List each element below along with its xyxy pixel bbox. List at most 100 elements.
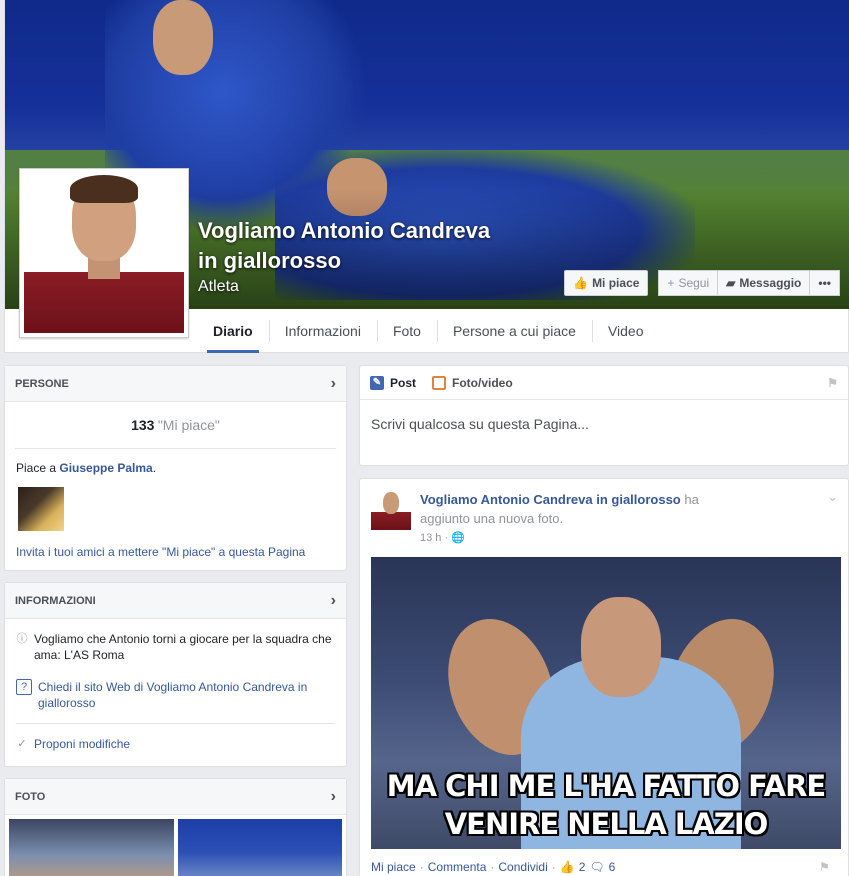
suggest-edits-link[interactable]: Proponi modifiche — [34, 736, 130, 752]
people-box-title: PERSONE — [15, 378, 69, 390]
page-title-line-1[interactable]: Vogliamo Antonio Candreva — [198, 216, 538, 246]
post-action-text: ha — [680, 492, 699, 507]
profile-hair — [70, 175, 138, 203]
ask-website: ? Chiedi il sito Web di Vogliamo Antonio… — [5, 679, 346, 711]
ask-website-link[interactable]: Chiedi il sito Web di Vogliamo Antonio C… — [38, 679, 335, 711]
plus-icon: + — [667, 276, 675, 290]
page-category[interactable]: Atleta — [198, 278, 239, 296]
chevron-right-icon[interactable]: › — [331, 583, 336, 619]
invite-friends: Invita i tuoi amici a mettere "Mi piace"… — [5, 531, 346, 559]
tab-video[interactable]: Video — [591, 310, 660, 353]
post-action-text-2: aggiunto una nuova foto. — [420, 511, 564, 526]
post-header: Vogliamo Antonio Candreva in giallorosso… — [360, 479, 848, 548]
chevron-right-icon[interactable]: › — [331, 779, 336, 815]
page-title-line-2[interactable]: in giallorosso — [198, 246, 538, 276]
flag-icon[interactable]: ⚑ — [819, 860, 830, 874]
photos-box-title: FOTO — [15, 791, 46, 803]
people-box-header[interactable]: PERSONE › — [5, 366, 346, 402]
friend-likes-suffix: . — [152, 461, 157, 475]
friend-likes: Piace a Giuseppe Palma. — [5, 449, 346, 475]
friend-likes-prefix: Piace a — [16, 461, 60, 475]
photo-thumbnail[interactable] — [177, 819, 342, 876]
like-post-link[interactable]: Mi piace — [371, 860, 416, 874]
separator-dot: · — [419, 860, 424, 874]
page-description-text: Vogliamo che Antonio torni a giocare per… — [34, 632, 332, 662]
thumbs-up-icon: 👍 — [559, 860, 575, 874]
separator-dot: · — [490, 860, 495, 874]
info-box: INFORMAZIONI › ⓘ Vogliamo che Antonio to… — [4, 582, 347, 767]
info-box-header[interactable]: INFORMAZIONI › — [5, 583, 346, 619]
more-options-button[interactable]: ••• — [810, 270, 840, 296]
likes-count-label: "Mi piace" — [157, 417, 220, 433]
page-header: Vogliamo Antonio Candreva in giallorosso… — [4, 0, 849, 353]
message-label: Messaggio — [739, 276, 802, 290]
composer-tab-photo-video[interactable]: Foto/video — [432, 375, 513, 390]
checkmark-icon: ✓ — [17, 738, 27, 750]
like-count[interactable]: 2 — [579, 860, 586, 874]
meme-caption-line-1: MA CHI ME L'HA FATTO FARE — [386, 769, 827, 803]
cover-player-1-face — [153, 0, 213, 75]
comment-bubble-icon: 🗨 — [589, 860, 605, 874]
post-meta: Vogliamo Antonio Candreva in giallorosso… — [420, 490, 699, 548]
composer-tab-post[interactable]: ✎ Post — [370, 375, 417, 390]
like-page-button[interactable]: 👍 Mi piace — [564, 270, 649, 296]
follow-label: Segui — [678, 276, 710, 290]
photos-box-header[interactable]: FOTO › — [5, 779, 346, 815]
question-icon: ? — [16, 679, 32, 695]
ellipsis-icon: ••• — [818, 276, 831, 290]
friend-name-link[interactable]: Giuseppe Palma — [59, 461, 152, 475]
like-page-label: Mi piace — [592, 276, 640, 290]
follow-button[interactable]: + Segui — [658, 270, 719, 296]
info-icon: ⓘ — [16, 633, 28, 645]
chat-bubble-icon: ▰ — [726, 276, 736, 290]
message-button[interactable]: ▰ Messaggio — [718, 270, 811, 296]
composer-tabs: ✎ Post Foto/video ⚑ — [360, 366, 848, 400]
invite-friends-link[interactable]: Invita i tuoi amici a mettere "Mi piace"… — [16, 545, 305, 559]
photo-icon — [432, 375, 447, 390]
separator-dot: · — [551, 860, 556, 874]
composer-tab-post-label: Post — [390, 375, 417, 390]
info-divider — [16, 723, 335, 724]
composer-input[interactable]: Scrivi qualcosa su questa Pagina... — [360, 400, 848, 448]
comment-count[interactable]: 6 — [609, 860, 616, 874]
cover-actions: 👍 Mi piace + Segui ▰ Messaggio ••• — [564, 270, 840, 296]
page-title[interactable]: Vogliamo Antonio Candreva in giallorosso — [198, 216, 538, 276]
meme-caption-line-2: VENIRE NELLA LAZIO — [444, 807, 769, 841]
chevron-down-icon[interactable]: ⌄ — [827, 489, 838, 505]
tab-foto[interactable]: Foto — [376, 310, 437, 353]
tab-persone[interactable]: Persone a cui piace — [436, 310, 592, 353]
post-actions: Mi piace · Commenta · Condividi · 👍 2 🗨 … — [371, 860, 830, 874]
tab-diario[interactable]: Diario — [197, 310, 269, 353]
info-box-title: INFORMAZIONI — [15, 595, 96, 607]
photo-thumbnails — [5, 815, 346, 876]
share-link[interactable]: Condividi — [498, 860, 547, 874]
page-description: ⓘ Vogliamo che Antonio torni a giocare p… — [5, 631, 346, 663]
thumbs-up-icon: 👍 — [573, 276, 589, 290]
likes-count: 133 "Mi piace" — [15, 402, 336, 449]
friend-avatar[interactable] — [18, 487, 64, 531]
composer-tab-photo-label: Foto/video — [452, 375, 513, 390]
globe-icon: 🌐 — [451, 532, 465, 544]
flag-icon[interactable]: ⚑ — [827, 376, 838, 390]
post-author-avatar[interactable] — [371, 490, 411, 530]
comment-link[interactable]: Commenta — [428, 860, 487, 874]
suggest-edits: ✓ Proponi modifiche — [5, 736, 346, 752]
people-box: PERSONE › 133 "Mi piace" Piace a Giusepp… — [4, 365, 347, 571]
photo-face — [581, 597, 661, 697]
profile-picture[interactable] — [19, 168, 189, 338]
post-avatar-head — [383, 492, 399, 514]
page-tabs: Diario Informazioni Foto Persone a cui p… — [197, 310, 660, 353]
page-action-group: + Segui ▰ Messaggio ••• — [658, 270, 840, 296]
post-photo[interactable]: MA CHI ME L'HA FATTO FARE VENIRE NELLA L… — [371, 557, 841, 849]
post-timestamp[interactable]: 13 h · 🌐 — [420, 529, 699, 548]
photos-box: FOTO › — [4, 778, 347, 876]
likes-count-number: 133 — [131, 417, 155, 433]
profile-picture-image — [24, 173, 184, 333]
chevron-right-icon[interactable]: › — [331, 366, 336, 402]
post-author-link[interactable]: Vogliamo Antonio Candreva in giallorosso — [420, 492, 681, 507]
photo-thumbnail[interactable] — [9, 819, 174, 876]
post-time-text: 13 h — [420, 532, 442, 544]
post-composer: ✎ Post Foto/video ⚑ Scrivi qualcosa su q… — [359, 365, 849, 466]
tab-informazioni[interactable]: Informazioni — [268, 310, 377, 353]
pencil-icon: ✎ — [370, 375, 384, 390]
